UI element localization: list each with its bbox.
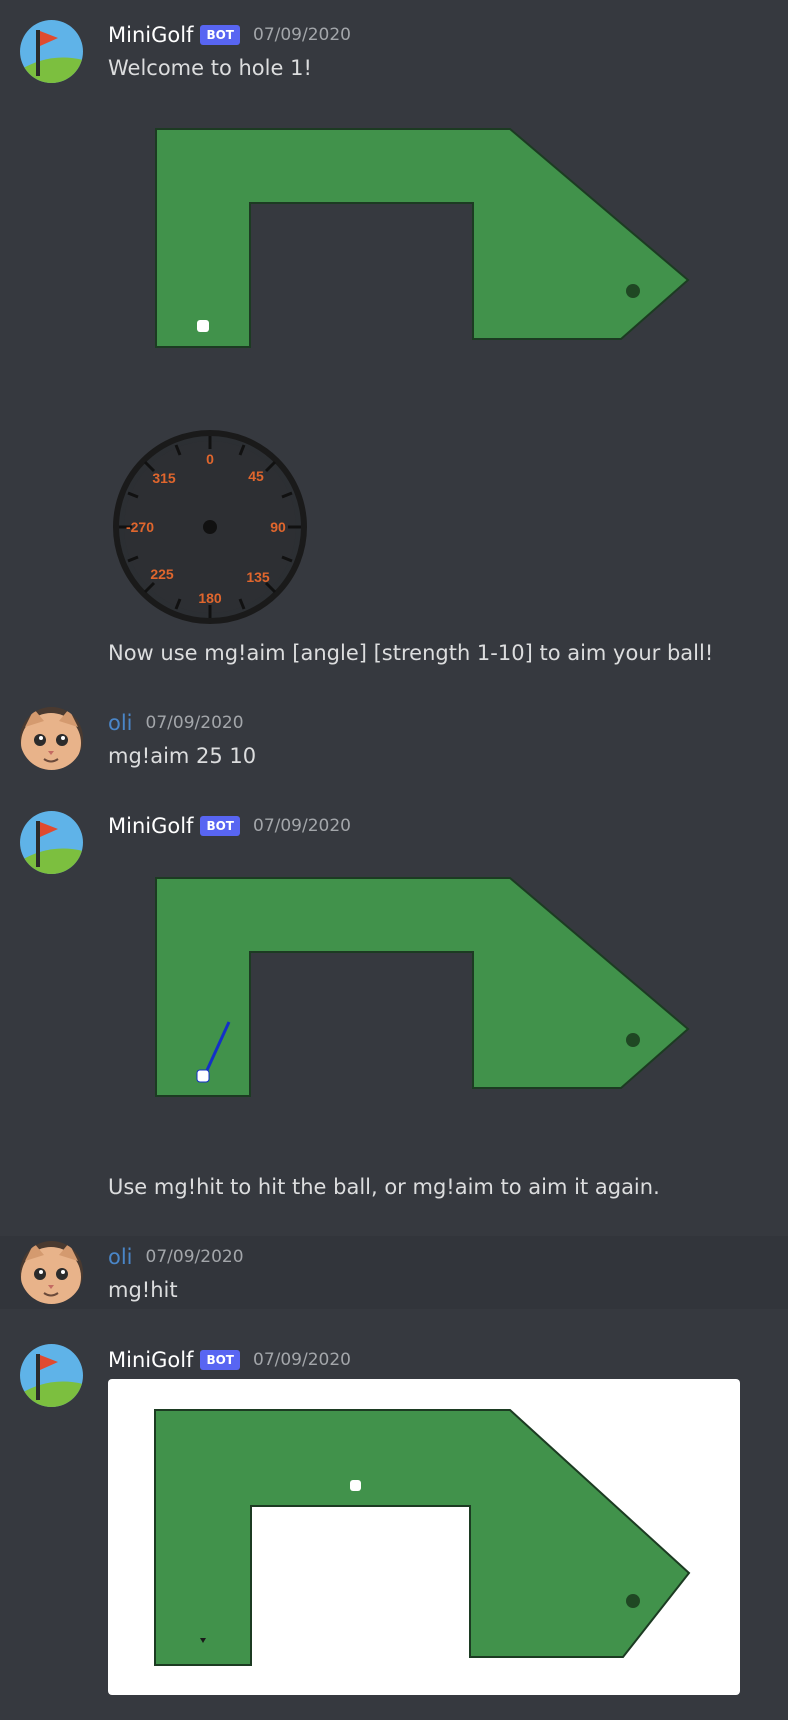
username[interactable]: MiniGolf — [108, 1348, 193, 1372]
oli-avatar[interactable] — [20, 1241, 83, 1304]
message-text: mg!aim 25 10 — [108, 744, 257, 768]
golf-flag-icon — [20, 1344, 83, 1407]
timestamp[interactable]: 07/09/2020 — [146, 1247, 244, 1267]
message-header: MiniGolf BOT 07/09/2020 — [108, 811, 351, 841]
cat-face-avatar — [20, 707, 83, 770]
minigolf-avatar[interactable] — [20, 1344, 83, 1407]
message-header: oli 07/09/2020 — [108, 708, 244, 738]
golf-ball-marker — [350, 1480, 361, 1491]
compass-label-270: -270 — [126, 519, 154, 535]
golf-ball-marker — [197, 320, 209, 332]
golf-ball-marker — [196, 1069, 210, 1083]
compass-label-225: 225 — [150, 566, 174, 582]
hole-cup — [626, 1594, 640, 1608]
message-header: MiniGolf BOT 07/09/2020 — [108, 1345, 351, 1375]
compass-label-180: 180 — [198, 590, 222, 606]
compass-label-45: 45 — [248, 468, 264, 484]
course-green — [155, 128, 690, 348]
message-text-followup: Now use mg!aim [angle] [strength 1-10] t… — [108, 641, 714, 665]
bot-badge: BOT — [200, 25, 240, 45]
oli-avatar[interactable] — [20, 707, 83, 770]
bot-badge: BOT — [200, 1350, 240, 1370]
hole-cup — [626, 1033, 640, 1047]
timestamp[interactable]: 07/09/2020 — [146, 713, 244, 733]
compass-label-315: 315 — [152, 470, 176, 486]
course-image[interactable] — [0, 115, 788, 405]
hole-cup — [626, 284, 640, 298]
timestamp[interactable]: 07/09/2020 — [253, 1350, 351, 1370]
minigolf-avatar[interactable] — [20, 20, 83, 83]
message-text: mg!hit — [108, 1278, 178, 1302]
timestamp[interactable]: 07/09/2020 — [253, 816, 351, 836]
username[interactable]: oli — [108, 1245, 133, 1269]
username[interactable]: MiniGolf — [108, 814, 193, 838]
compass-label-90: 90 — [270, 519, 286, 535]
timestamp[interactable]: 07/09/2020 — [253, 25, 351, 45]
course-image-aim[interactable] — [0, 864, 788, 1154]
compass-label-135: 135 — [246, 569, 270, 585]
message-header: oli 07/09/2020 — [108, 1242, 244, 1272]
compass-center — [203, 520, 217, 534]
course-image-result[interactable] — [108, 1379, 740, 1695]
golf-flag-icon — [20, 20, 83, 83]
compass-label-0: 0 — [206, 451, 214, 467]
username[interactable]: MiniGolf — [108, 23, 193, 47]
course-green — [155, 877, 690, 1097]
message-text: Use mg!hit to hit the ball, or mg!aim to… — [108, 1175, 660, 1199]
bot-badge: BOT — [200, 816, 240, 836]
message-header: MiniGolf BOT 07/09/2020 — [108, 20, 351, 50]
cat-face-avatar — [20, 1241, 83, 1304]
message-text: Welcome to hole 1! — [108, 56, 312, 80]
username[interactable]: oli — [108, 711, 133, 735]
aim-compass[interactable]: 0 45 90 135 180 225 -270 315 — [110, 427, 310, 627]
